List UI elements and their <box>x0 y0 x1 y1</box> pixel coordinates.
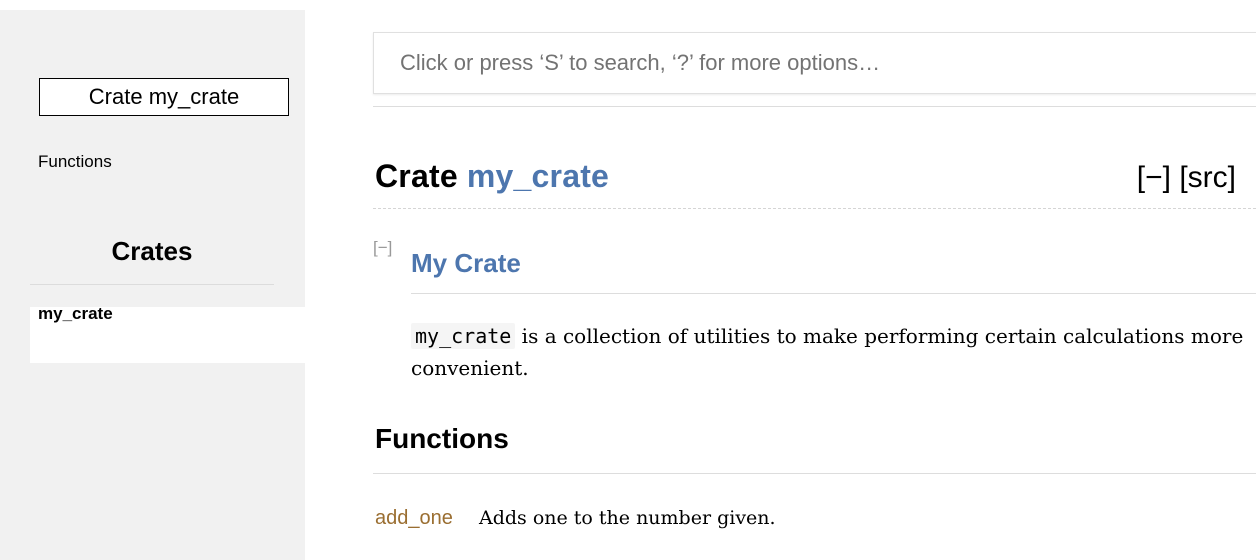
src-link[interactable]: [src] <box>1179 161 1236 194</box>
doc-collapse-toggle[interactable]: [−] <box>373 238 392 258</box>
sidebar-item-label: my_crate <box>38 304 113 323</box>
functions-divider <box>373 473 1256 474</box>
title-divider <box>373 208 1256 209</box>
page-title: Crate my_crate <box>375 158 609 195</box>
function-description: Adds one to the number given. <box>479 507 776 529</box>
doc-heading[interactable]: My Crate <box>411 248 521 279</box>
function-row: add_one Adds one to the number given. <box>375 507 1245 539</box>
doc-heading-divider <box>411 293 1256 294</box>
doc-text: is a collection of utilities to make per… <box>411 324 1244 380</box>
function-link-add-one[interactable]: add_one <box>375 507 453 530</box>
sidebar-crate-link[interactable]: Crate my_crate <box>39 78 289 116</box>
page-title-crate-link[interactable]: my_crate <box>467 158 609 194</box>
functions-heading[interactable]: Functions <box>375 423 509 455</box>
sidebar-crates-heading: Crates <box>111 236 193 266</box>
doc-paragraph: my_crate is a collection of utilities to… <box>411 320 1251 384</box>
out-of-band-controls: [−] [src] <box>1137 161 1236 195</box>
sidebar-item-functions[interactable]: Functions <box>38 152 112 172</box>
sidebar: Crate my_crate Functions Crates my_crate <box>0 10 305 560</box>
collapse-all-button[interactable]: [−] <box>1137 161 1171 194</box>
sidebar-item-my-crate[interactable]: my_crate <box>30 304 305 363</box>
sidebar-divider <box>30 284 274 285</box>
page-title-prefix: Crate <box>375 158 458 194</box>
inline-code: my_crate <box>411 323 516 349</box>
search-input[interactable]: Click or press ‘S’ to search, ‘?’ for mo… <box>373 32 1256 94</box>
search-divider <box>373 106 1256 107</box>
